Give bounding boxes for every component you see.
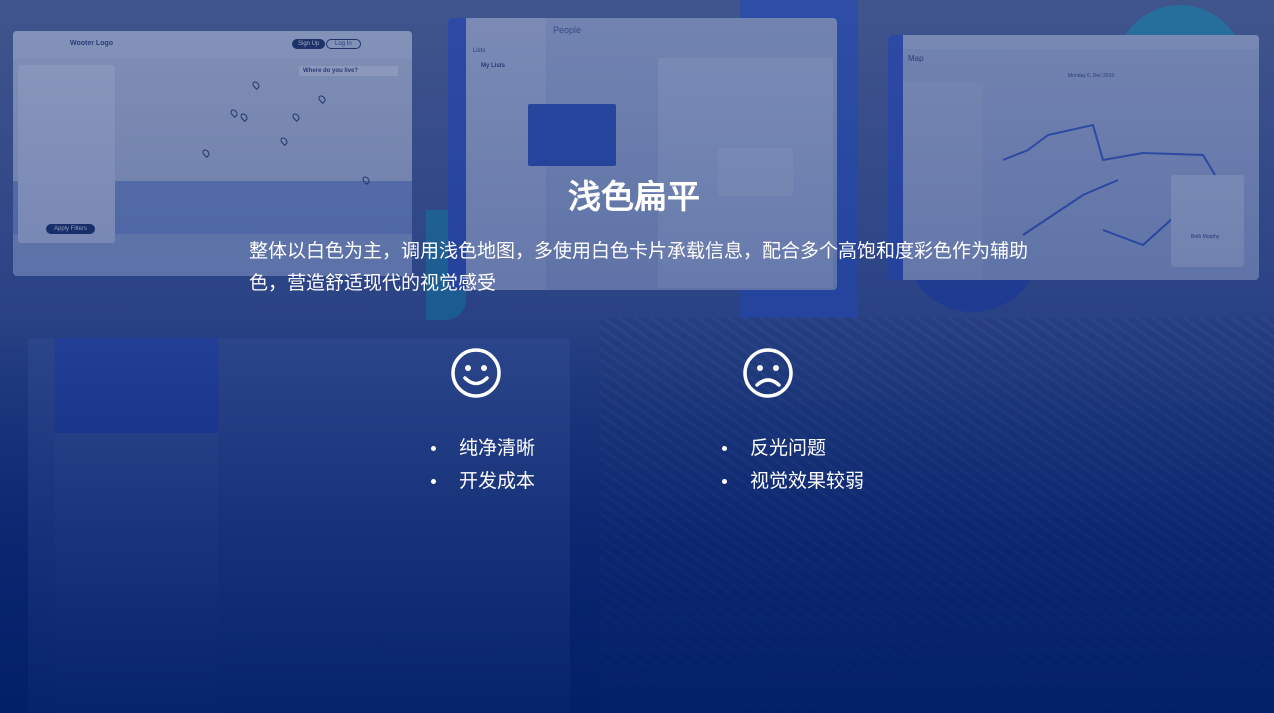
pros-list: 纯净清晰 开发成本 bbox=[431, 432, 535, 498]
map-app-login: Log In bbox=[326, 39, 361, 49]
map-app-apply: Apply Filters bbox=[46, 224, 96, 234]
city-aerial-photo bbox=[600, 318, 1274, 713]
frown-icon bbox=[743, 348, 793, 398]
pros-item: 纯净清晰 bbox=[431, 432, 535, 465]
people-app-mylists: My Lists bbox=[481, 63, 506, 69]
route-app-title: Map bbox=[908, 54, 924, 63]
map-app-signup: Sign Up bbox=[292, 39, 326, 49]
map-app-logo: Wooter Logo bbox=[70, 40, 114, 47]
cons-item: 反光问题 bbox=[722, 432, 864, 465]
map-app-search: Where do you live? bbox=[299, 66, 399, 76]
smile-icon bbox=[451, 348, 501, 398]
slide-description: 整体以白色为主，调用浅色地图，多使用白色卡片承载信息，配合多个高饱和度彩色作为辅… bbox=[249, 241, 1029, 294]
cons-item: 视觉效果较弱 bbox=[722, 465, 864, 498]
people-app-lists: Lists bbox=[473, 48, 486, 54]
route-app-person: Beth Murphy bbox=[1191, 234, 1220, 240]
route-app-date: Monday 6, Dec 2019 bbox=[1068, 73, 1115, 79]
cons-list: 反光问题 视觉效果较弱 bbox=[722, 432, 864, 498]
people-app-title: People bbox=[553, 25, 582, 35]
slide-title: 浅色扁平 bbox=[568, 178, 700, 215]
pros-item: 开发成本 bbox=[431, 465, 535, 498]
